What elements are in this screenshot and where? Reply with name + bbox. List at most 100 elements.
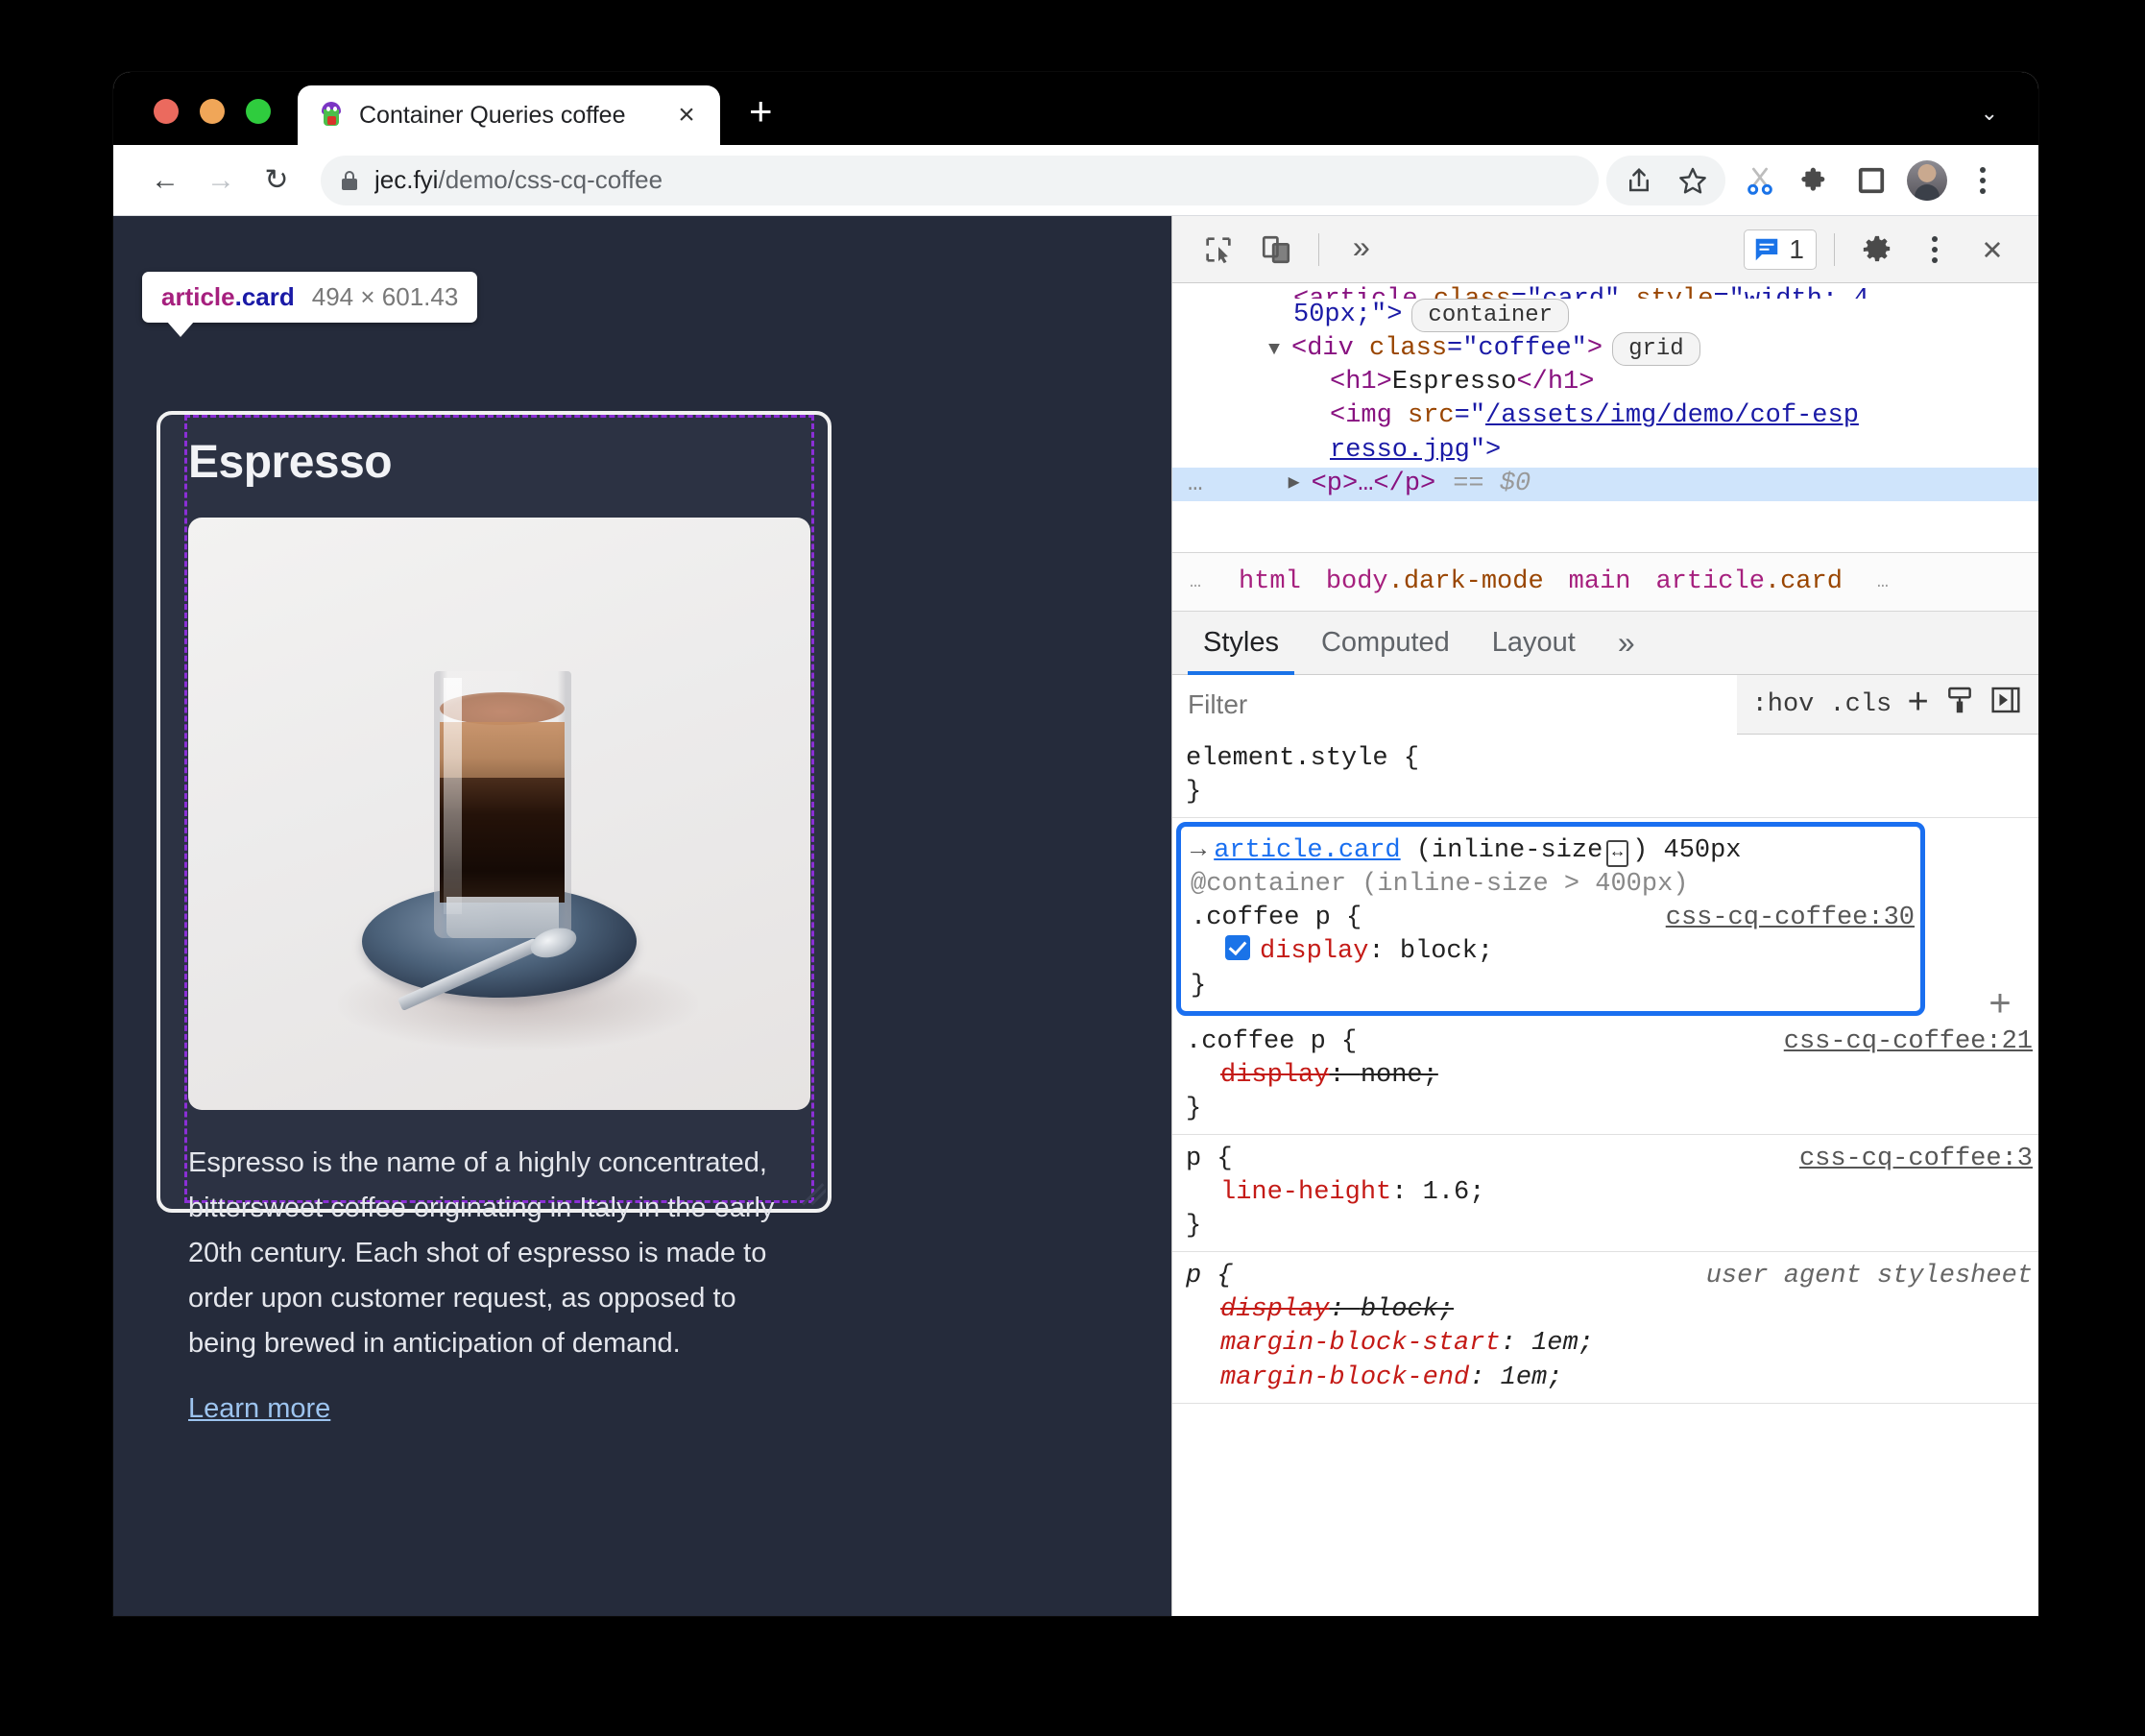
- share-icon[interactable]: [1614, 156, 1664, 205]
- article-card[interactable]: Espresso Espresso is the name of a highl…: [157, 411, 831, 1424]
- rule-p-useragent: p { user agent stylesheet display: block…: [1172, 1252, 2038, 1404]
- resize-handle[interactable]: [801, 1182, 826, 1207]
- close-window-button[interactable]: [154, 99, 179, 124]
- tab-computed[interactable]: Computed: [1306, 612, 1465, 675]
- sidebar-toggle-icon[interactable]: [1990, 686, 2021, 723]
- origin-link-3[interactable]: css-cq-coffee:3: [1799, 1143, 2038, 1176]
- card-body-text: Espresso is the name of a highly concent…: [188, 1147, 775, 1359]
- minimize-window-button[interactable]: [200, 99, 225, 124]
- new-style-rule-button[interactable]: +: [1907, 684, 1929, 725]
- declaration-ua-margin-end: margin-block-end: 1em;: [1220, 1362, 1563, 1392]
- breadcrumb-item-html[interactable]: html: [1239, 567, 1301, 596]
- container-element-link[interactable]: article.card: [1214, 834, 1400, 868]
- url-text: jec.fyi/demo/css-cq-coffee: [374, 165, 663, 195]
- scissors-icon[interactable]: [1735, 156, 1785, 205]
- tab-layout[interactable]: Layout: [1477, 612, 1591, 675]
- selector-p-ua: p {: [1186, 1262, 1233, 1291]
- breadcrumb-leading-dots[interactable]: …: [1180, 571, 1214, 593]
- declaration-checkbox[interactable]: [1225, 935, 1250, 961]
- more-panels-icon[interactable]: »: [1337, 225, 1386, 275]
- dom-line-clipped[interactable]: <article class="card" style="width: 4: [1172, 283, 2038, 299]
- close-icon[interactable]: ✕: [1967, 225, 2017, 275]
- close-tab-button[interactable]: ×: [670, 101, 703, 130]
- browser-tab[interactable]: Container Queries coffee ×: [298, 85, 720, 145]
- at-container-rule: @container (inline-size > 400px): [1191, 870, 1689, 900]
- inspector-tooltip: article.card 494 × 601.43: [142, 272, 478, 337]
- inspect-element-icon[interactable]: [1193, 225, 1243, 275]
- dom-line-img-cont[interactable]: resso.jpg">: [1172, 434, 2038, 468]
- breadcrumb-trailing-dots[interactable]: …: [1868, 571, 1901, 593]
- dom-line-img[interactable]: <img src="/assets/img/demo/cof-esp: [1172, 399, 2038, 433]
- dom-ellipsis-button[interactable]: …: [1172, 468, 1206, 500]
- img-src-link[interactable]: /assets/img/demo/cof-esp: [1485, 401, 1859, 430]
- learn-more-link[interactable]: Learn more: [188, 1393, 330, 1425]
- back-button[interactable]: ←: [142, 157, 188, 204]
- tabs-overflow-icon[interactable]: »: [1603, 612, 1651, 675]
- cls-button[interactable]: .cls: [1829, 690, 1892, 719]
- container-badge[interactable]: container: [1411, 299, 1570, 333]
- origin-link-21[interactable]: css-cq-coffee:21: [1784, 1025, 2038, 1059]
- puzzle-icon[interactable]: [1791, 156, 1841, 205]
- selector-coffee-p-21[interactable]: .coffee p {: [1186, 1025, 1357, 1059]
- declaration-display-none[interactable]: display: none;: [1186, 1059, 2038, 1093]
- address-bar[interactable]: jec.fyi/demo/css-cq-coffee: [321, 155, 1599, 205]
- dom-coffee-tag: <div: [1291, 334, 1370, 364]
- dom-width-value: 50px;">: [1293, 301, 1403, 329]
- tooltip-dimensions: 494 × 601.43: [311, 282, 459, 311]
- lock-icon: [342, 170, 357, 190]
- dom-line-container[interactable]: 50px;"> container: [1172, 299, 2038, 333]
- img-src-link-cont[interactable]: resso.jpg: [1330, 436, 1470, 465]
- selector-p-3[interactable]: p {: [1186, 1143, 1233, 1176]
- collapse-arrow-icon[interactable]: ▶: [1289, 471, 1312, 496]
- kebab-menu-icon[interactable]: [1958, 156, 2008, 205]
- square-icon[interactable]: [1846, 156, 1896, 205]
- tab-strip: Container Queries coffee × + ⌄: [113, 72, 2038, 145]
- toolbar-icons: [1735, 156, 2008, 205]
- declaration-line-height[interactable]: line-height: 1.6;: [1186, 1176, 2038, 1210]
- issues-badge[interactable]: 1: [1744, 229, 1817, 270]
- star-icon[interactable]: [1668, 156, 1718, 205]
- container-size-value: 450px: [1663, 836, 1742, 866]
- hov-button[interactable]: :hov: [1752, 690, 1815, 719]
- rule-container-query: → article.card (inline-size ↔) 450px @cont…: [1176, 822, 1925, 1016]
- browser-content: article.card 494 × 601.43 Espresso Espre…: [113, 216, 2038, 1616]
- penguin-favicon: [319, 102, 344, 129]
- device-toolbar-icon[interactable]: [1251, 225, 1301, 275]
- maximize-window-button[interactable]: [246, 99, 271, 124]
- breadcrumb-item-body[interactable]: body.dark-mode: [1326, 567, 1544, 596]
- tab-styles[interactable]: Styles: [1188, 612, 1294, 675]
- forward-button[interactable]: →: [198, 157, 244, 204]
- brush-icon[interactable]: [1944, 685, 1975, 724]
- issues-count: 1: [1789, 233, 1804, 264]
- selector-element-style[interactable]: element.style {: [1186, 742, 1419, 776]
- dom-line-selected-p[interactable]: … ▶ <p>…</p> == $0: [1172, 467, 2038, 501]
- container-query-header: → article.card (inline-size ↔) 450px: [1191, 834, 1920, 868]
- tooltip-class-name: .card: [234, 282, 295, 311]
- card-content: Espresso Espresso is the name of a highl…: [188, 436, 810, 1424]
- new-tab-button[interactable]: +: [749, 91, 773, 132]
- breadcrumb-item-article[interactable]: article.card: [1655, 567, 1842, 596]
- selector-coffee-p-30[interactable]: .coffee p {: [1191, 902, 1362, 935]
- reload-button[interactable]: ↻: [253, 157, 300, 204]
- breadcrumb-item-main[interactable]: main: [1569, 567, 1631, 596]
- dom-line-coffee-div[interactable]: ▼ <div class="coffee"> grid: [1172, 332, 2038, 367]
- rule-p-3: p { css-cq-coffee:3 line-height: 1.6; }: [1172, 1135, 2038, 1253]
- origin-link-30[interactable]: css-cq-coffee:30: [1666, 902, 1920, 935]
- url-path: /demo/css-cq-coffee: [438, 165, 663, 194]
- grid-badge[interactable]: grid: [1612, 332, 1700, 367]
- breadcrumb: … html body.dark-mode main article.card …: [1172, 552, 2038, 612]
- styles-pane: element.style { } → article.card (inline-…: [1172, 735, 2038, 1616]
- expand-arrow-icon[interactable]: ▼: [1268, 338, 1291, 363]
- dom-line-h1[interactable]: <h1>Espresso</h1>: [1172, 366, 2038, 399]
- gear-icon[interactable]: [1852, 225, 1902, 275]
- avatar[interactable]: [1902, 156, 1952, 205]
- origin-user-agent: user agent stylesheet: [1705, 1262, 2033, 1291]
- page-viewport: article.card 494 × 601.43 Espresso Espre…: [113, 216, 1172, 1616]
- kebab-menu-icon[interactable]: [1910, 225, 1960, 275]
- declaration-ua-margin-start: margin-block-start: 1em;: [1220, 1329, 1594, 1359]
- devtools-toolbar: » 1 ✕: [1172, 216, 2038, 283]
- card-title: Espresso: [188, 437, 393, 488]
- chevron-down-icon[interactable]: ⌄: [1981, 101, 1998, 126]
- declaration-display-block[interactable]: display: block;: [1191, 935, 1920, 969]
- styles-filter-input[interactable]: [1172, 674, 1737, 735]
